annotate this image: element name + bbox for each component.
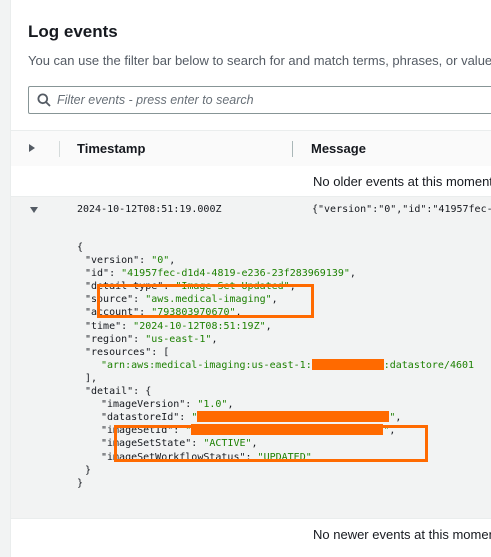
event-timestamp: 2024-10-12T08:51:19.000Z: [77, 204, 222, 215]
json-line-imageset-id: "imageSetId": " ",: [101, 424, 396, 437]
json-line: "id": "41957fec-d1d4-4819-e236-23f283969…: [85, 268, 356, 280]
expand-all-toggle-icon[interactable]: [29, 144, 35, 152]
json-line: "version": "0",: [85, 255, 176, 267]
search-icon: [37, 93, 51, 107]
json-line: }: [85, 464, 92, 476]
json-line: "resources": [: [85, 346, 170, 358]
column-header-timestamp[interactable]: Timestamp: [77, 141, 145, 156]
event-message-summary: {"version":"0","id":"41957fec-d1d4-4819-…: [312, 204, 491, 215]
json-line: "arn:aws:medical-imaging:us-east-1::data…: [101, 358, 475, 371]
json-line: "region": "us-east-1",: [85, 333, 218, 345]
log-event-row-expanded[interactable]: 2024-10-12T08:51:19.000Z {"version":"0",…: [11, 197, 491, 518]
collapse-caret-icon[interactable]: [30, 207, 38, 213]
column-header-message[interactable]: Message: [311, 141, 366, 156]
redacted-account-id: [311, 358, 384, 370]
column-divider: [59, 141, 60, 157]
json-line: "detail": {: [85, 386, 152, 398]
json-line-detail-type: "detail-type": "Image Set Updated",: [85, 281, 296, 293]
page-description: You can use the filter bar below to sear…: [28, 53, 491, 68]
json-line: "imageSetState": "ACTIVE",: [101, 438, 258, 450]
json-line-datastore-id: "datastoreId": " ",: [101, 411, 402, 424]
log-events-panel: Log events You can use the filter bar be…: [10, 0, 491, 557]
json-line: }: [77, 477, 84, 489]
json-line: {: [77, 242, 84, 253]
redacted-imageset-id: [191, 424, 384, 436]
no-newer-events-row: No newer events at this moment.: [11, 518, 491, 549]
column-resize-handle[interactable]: [292, 141, 293, 157]
table-header: Timestamp Message: [11, 130, 491, 168]
json-line: "imageVersion": "1.0",: [101, 399, 234, 411]
no-older-events-text: No older events at this moment.: [313, 174, 491, 189]
json-line-source: "source": "aws.medical-imaging",: [85, 294, 278, 306]
event-json-body: { "version": "0", "id": "41957fec-d1d4-4…: [77, 241, 474, 490]
json-line: "imageSetWorkflowStatus": "UPDATED": [101, 451, 312, 463]
json-line: "account": "793803970670",: [85, 307, 242, 319]
json-line: ],: [85, 372, 98, 384]
json-line: "time": "2024-10-12T08:51:19Z",: [85, 320, 272, 332]
filter-search-box[interactable]: [28, 86, 491, 114]
page-title: Log events: [28, 22, 118, 41]
redacted-datastore-id: [197, 411, 390, 423]
filter-events-input[interactable]: [57, 90, 477, 110]
no-newer-events-text: No newer events at this moment.: [313, 527, 491, 542]
no-older-events-row: No older events at this moment.: [11, 166, 491, 197]
